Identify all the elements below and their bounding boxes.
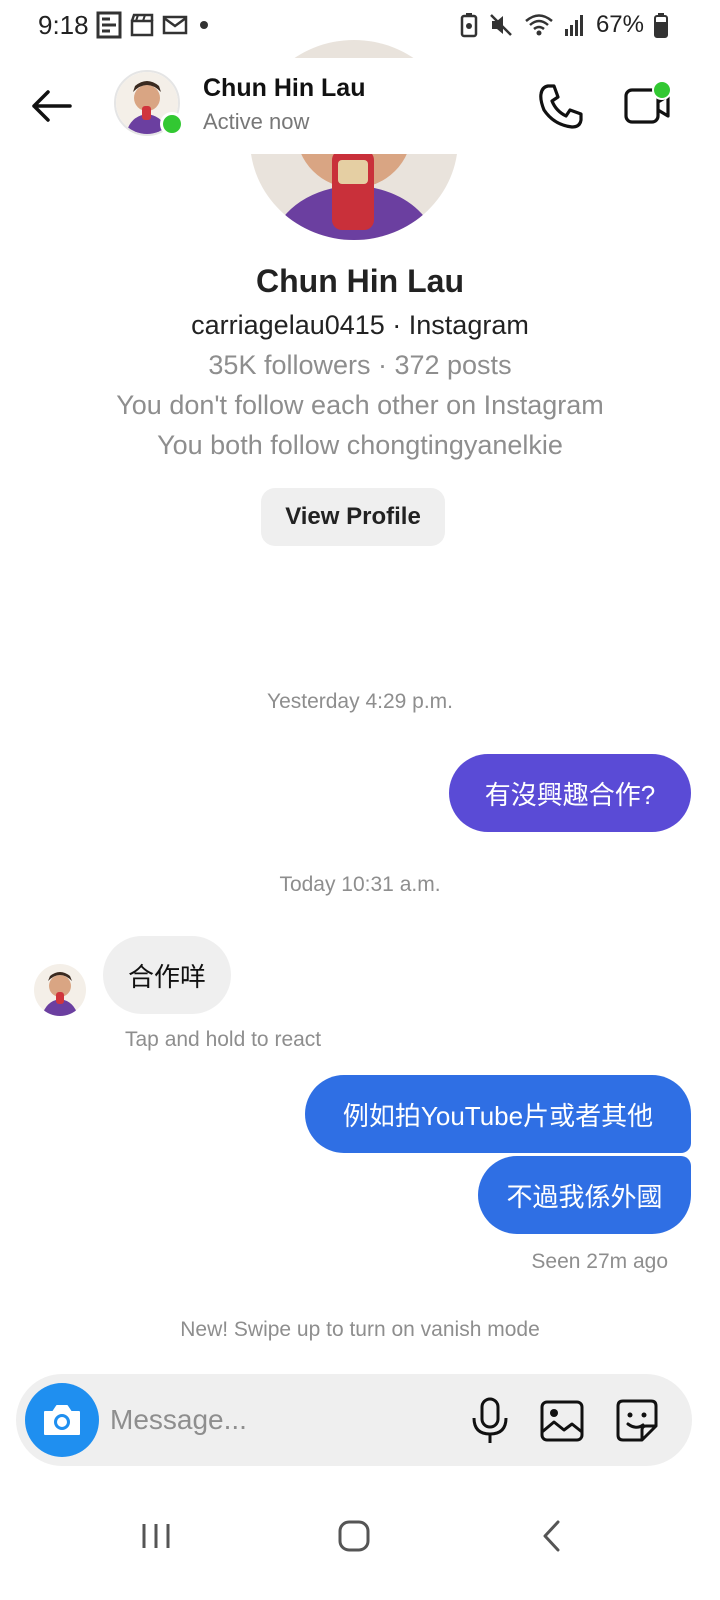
arrow-left-icon xyxy=(32,90,72,122)
recent-apps-icon xyxy=(142,1524,170,1548)
profile-relation: You don't follow each other on Instagram xyxy=(116,390,604,420)
timestamp: Today 10:31 a.m. xyxy=(279,873,441,896)
profile-handle: carriagelau0415 · Instagram xyxy=(191,310,529,340)
camera-button[interactable] xyxy=(25,1383,99,1457)
message-outgoing[interactable]: 例如拍YouTube片或者其他 xyxy=(305,1075,691,1153)
sender-avatar[interactable] xyxy=(34,964,86,1016)
chat-header: Chun Hin Lau Active now xyxy=(0,58,720,154)
timestamp: Yesterday 4:29 p.m. xyxy=(266,690,453,713)
home-icon xyxy=(338,1520,370,1552)
dot-icon xyxy=(200,21,208,29)
message-composer xyxy=(16,1374,692,1466)
person-photo-icon xyxy=(34,964,86,1016)
clapper-icon xyxy=(130,13,154,37)
camera-icon xyxy=(44,1405,80,1435)
sticker-icon xyxy=(616,1399,658,1442)
message-outgoing[interactable]: 不過我係外國 xyxy=(478,1156,691,1234)
battery-percent: 67% xyxy=(595,11,644,38)
view-profile-button[interactable]: View Profile xyxy=(261,488,445,546)
signal-icon xyxy=(564,15,583,36)
e-icon xyxy=(96,11,122,39)
battery-saver-icon xyxy=(460,13,478,38)
mute-icon xyxy=(490,14,512,36)
sticker-button[interactable] xyxy=(612,1396,662,1446)
mail-icon xyxy=(162,15,188,35)
video-camera-icon xyxy=(624,80,672,124)
gallery-button[interactable] xyxy=(538,1398,586,1444)
wifi-icon xyxy=(525,14,553,36)
chevron-left-icon xyxy=(543,1520,560,1552)
online-indicator xyxy=(160,112,184,136)
voice-call-button[interactable] xyxy=(534,82,586,132)
microphone-icon xyxy=(472,1397,508,1443)
system-nav-bar xyxy=(0,1486,720,1600)
message-outgoing[interactable]: 有沒興趣合作? xyxy=(449,754,691,832)
header-avatar[interactable] xyxy=(114,70,184,136)
back-button[interactable] xyxy=(26,84,76,128)
message-input[interactable] xyxy=(110,1394,450,1446)
system-icons: 67% xyxy=(460,10,668,40)
profile-name: Chun Hin Lau xyxy=(256,263,464,299)
recent-apps-button[interactable] xyxy=(126,1508,186,1564)
header-name[interactable]: Chun Hin Lau xyxy=(203,74,365,103)
vanish-mode-hint: New! Swipe up to turn on vanish mode xyxy=(180,1318,540,1341)
react-hint: Tap and hold to react xyxy=(125,1028,322,1051)
header-status: Active now xyxy=(203,109,310,134)
video-call-button[interactable] xyxy=(622,80,674,132)
phone-icon xyxy=(539,84,583,129)
nav-back-button[interactable] xyxy=(522,1508,582,1564)
profile-mutual: You both follow chongtingyanelkie xyxy=(157,430,563,460)
home-button[interactable] xyxy=(324,1508,384,1564)
notification-icons xyxy=(96,10,212,40)
image-icon xyxy=(540,1400,584,1442)
seen-status: Seen 27m ago xyxy=(531,1250,668,1273)
status-time: 9:18 xyxy=(38,10,89,40)
message-incoming[interactable]: 合作咩 xyxy=(103,936,231,1014)
voice-message-button[interactable] xyxy=(468,1396,512,1446)
profile-followers: 35K followers · 372 posts xyxy=(208,350,512,380)
battery-icon xyxy=(654,13,668,38)
